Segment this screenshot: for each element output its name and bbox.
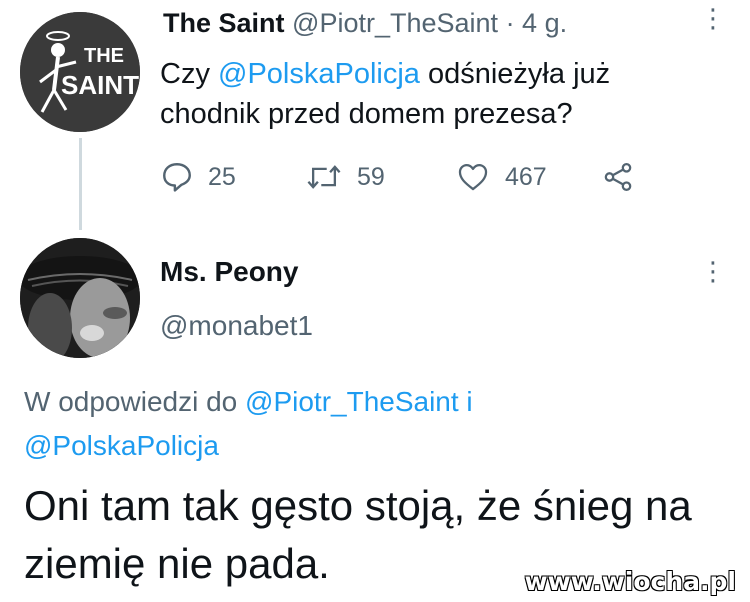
reply-menu-icon[interactable]: ⋮ — [700, 258, 726, 284]
saint-logo-icon: THE SAINT — [20, 12, 140, 132]
tweet-time[interactable]: · 4 g. — [506, 8, 568, 38]
retweet-count: 59 — [357, 162, 385, 191]
reply-button[interactable]: 25 — [160, 160, 236, 194]
retweet-icon — [307, 165, 341, 189]
tweet-text: Czy @PolskaPolicja odśnieżyła już chodni… — [160, 58, 611, 130]
tweet-author-handle[interactable]: @Piotr_TheSaint — [292, 8, 498, 38]
tweet-author-name[interactable]: The Saint — [163, 8, 285, 38]
replying-to-line: W odpowiedzi do @Piotr_TheSaint i @Polska… — [24, 386, 473, 461]
tweet-author-line: The Saint @Piotr_TheSaint · 4 g. — [163, 8, 567, 39]
reply-author-handle[interactable]: @monabet1 — [160, 310, 313, 342]
mention-link[interactable]: @PolskaPolicja — [24, 430, 219, 461]
speech-bubble-icon — [163, 163, 191, 192]
retweet-button[interactable]: 59 — [305, 160, 385, 194]
like-button[interactable]: 467 — [455, 160, 547, 194]
avatar-ms-peony[interactable] — [20, 238, 140, 358]
share-icon — [604, 162, 632, 192]
thread-line — [79, 138, 82, 230]
mention-link[interactable]: @Piotr_TheSaint — [245, 386, 459, 417]
avatar-the-saint[interactable]: THE SAINT — [20, 12, 140, 132]
reply-author-name[interactable]: Ms. Peony — [160, 256, 298, 288]
reply-count: 25 — [208, 162, 236, 191]
mention-link[interactable]: @PolskaPolicja — [218, 58, 420, 90]
svg-text:SAINT: SAINT — [61, 70, 139, 100]
svg-text:THE: THE — [84, 45, 124, 67]
like-count: 467 — [505, 162, 547, 191]
heart-icon — [458, 163, 488, 191]
profile-photo — [20, 238, 140, 358]
share-button[interactable] — [600, 160, 636, 194]
watermark: www.wiocha.pl — [524, 567, 736, 596]
tweet-menu-icon[interactable]: ⋮ — [700, 5, 726, 31]
